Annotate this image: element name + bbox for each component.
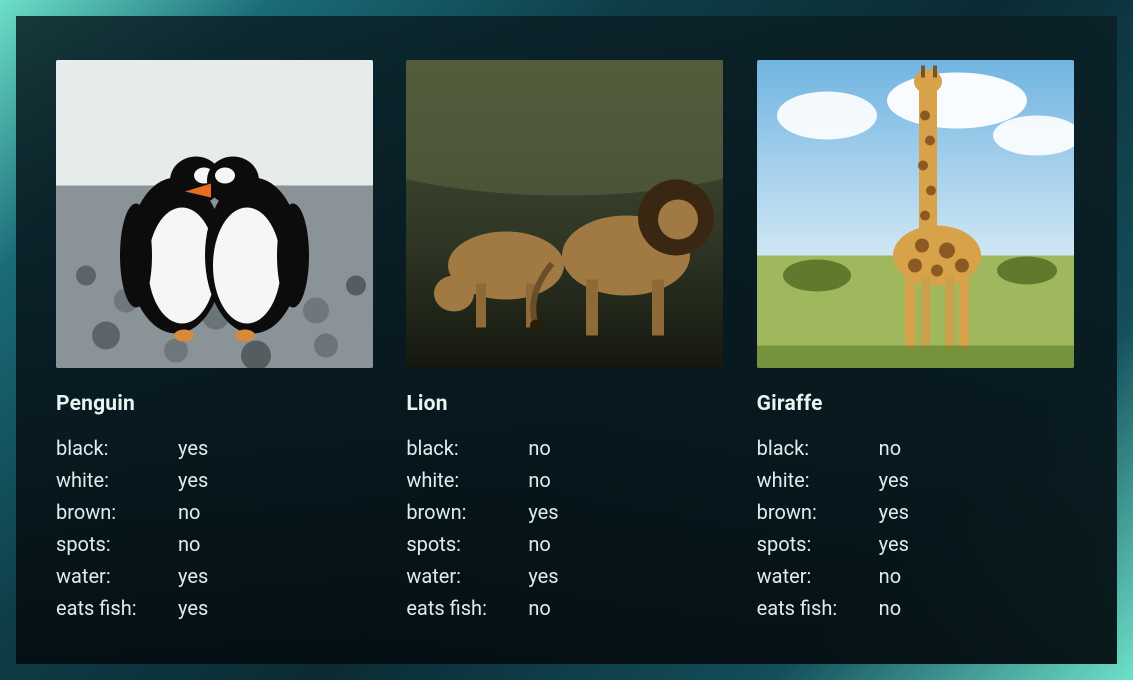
attribute-list: black:yes white:yes brown:no spots:no wa… <box>56 432 376 624</box>
attribute-key: brown: <box>56 496 178 528</box>
attribute-value: no <box>178 528 200 560</box>
attribute-value: no <box>879 432 901 464</box>
content-panel: Penguin black:yes white:yes brown:no spo… <box>16 16 1117 664</box>
attribute-key: black: <box>56 432 178 464</box>
attribute-row: white:yes <box>56 464 376 496</box>
attribute-row: brown:yes <box>757 496 1077 528</box>
animal-title: Penguin <box>56 392 376 416</box>
attribute-key: spots: <box>56 528 178 560</box>
attribute-row: water:no <box>757 560 1077 592</box>
attribute-row: black:no <box>757 432 1077 464</box>
attribute-value: no <box>528 528 550 560</box>
attribute-key: black: <box>406 432 528 464</box>
lion-image <box>406 60 723 368</box>
attribute-value: yes <box>879 528 909 560</box>
attribute-row: eats fish:no <box>406 592 726 624</box>
attribute-list: black:no white:yes brown:yes spots:yes w… <box>757 432 1077 624</box>
attribute-key: white: <box>56 464 178 496</box>
attribute-row: black:yes <box>56 432 376 464</box>
attribute-value: no <box>879 560 901 592</box>
attribute-value: no <box>879 592 901 624</box>
attribute-row: brown:yes <box>406 496 726 528</box>
attribute-row: white:no <box>406 464 726 496</box>
animal-card-lion: Lion black:no white:no brown:yes spots:n… <box>406 60 726 624</box>
attribute-key: eats fish: <box>757 592 879 624</box>
attribute-list: black:no white:no brown:yes spots:no wat… <box>406 432 726 624</box>
attribute-value: no <box>528 464 550 496</box>
attribute-key: spots: <box>406 528 528 560</box>
attribute-value: yes <box>528 496 558 528</box>
attribute-value: yes <box>879 464 909 496</box>
attribute-key: eats fish: <box>56 592 178 624</box>
attribute-row: spots:no <box>56 528 376 560</box>
penguin-image <box>56 60 373 368</box>
attribute-key: water: <box>406 560 528 592</box>
animal-title: Lion <box>406 392 726 416</box>
attribute-row: water:yes <box>56 560 376 592</box>
attribute-value: yes <box>528 560 558 592</box>
attribute-key: water: <box>56 560 178 592</box>
attribute-row: black:no <box>406 432 726 464</box>
attribute-row: eats fish:no <box>757 592 1077 624</box>
attribute-value: no <box>178 496 200 528</box>
attribute-value: no <box>528 592 550 624</box>
attribute-value: no <box>528 432 550 464</box>
animal-title: Giraffe <box>757 392 1077 416</box>
attribute-value: yes <box>178 432 208 464</box>
attribute-row: spots:yes <box>757 528 1077 560</box>
attribute-key: brown: <box>406 496 528 528</box>
attribute-key: eats fish: <box>406 592 528 624</box>
attribute-key: water: <box>757 560 879 592</box>
giraffe-image <box>757 60 1074 368</box>
attribute-key: white: <box>406 464 528 496</box>
attribute-key: white: <box>757 464 879 496</box>
attribute-key: spots: <box>757 528 879 560</box>
attribute-row: eats fish:yes <box>56 592 376 624</box>
attribute-value: yes <box>879 496 909 528</box>
attribute-row: spots:no <box>406 528 726 560</box>
attribute-value: yes <box>178 560 208 592</box>
attribute-value: yes <box>178 592 208 624</box>
attribute-row: water:yes <box>406 560 726 592</box>
attribute-key: black: <box>757 432 879 464</box>
attribute-row: white:yes <box>757 464 1077 496</box>
animal-card-penguin: Penguin black:yes white:yes brown:no spo… <box>56 60 376 624</box>
attribute-value: yes <box>178 464 208 496</box>
attribute-row: brown:no <box>56 496 376 528</box>
attribute-key: brown: <box>757 496 879 528</box>
animal-card-giraffe: Giraffe black:no white:yes brown:yes spo… <box>757 60 1077 624</box>
